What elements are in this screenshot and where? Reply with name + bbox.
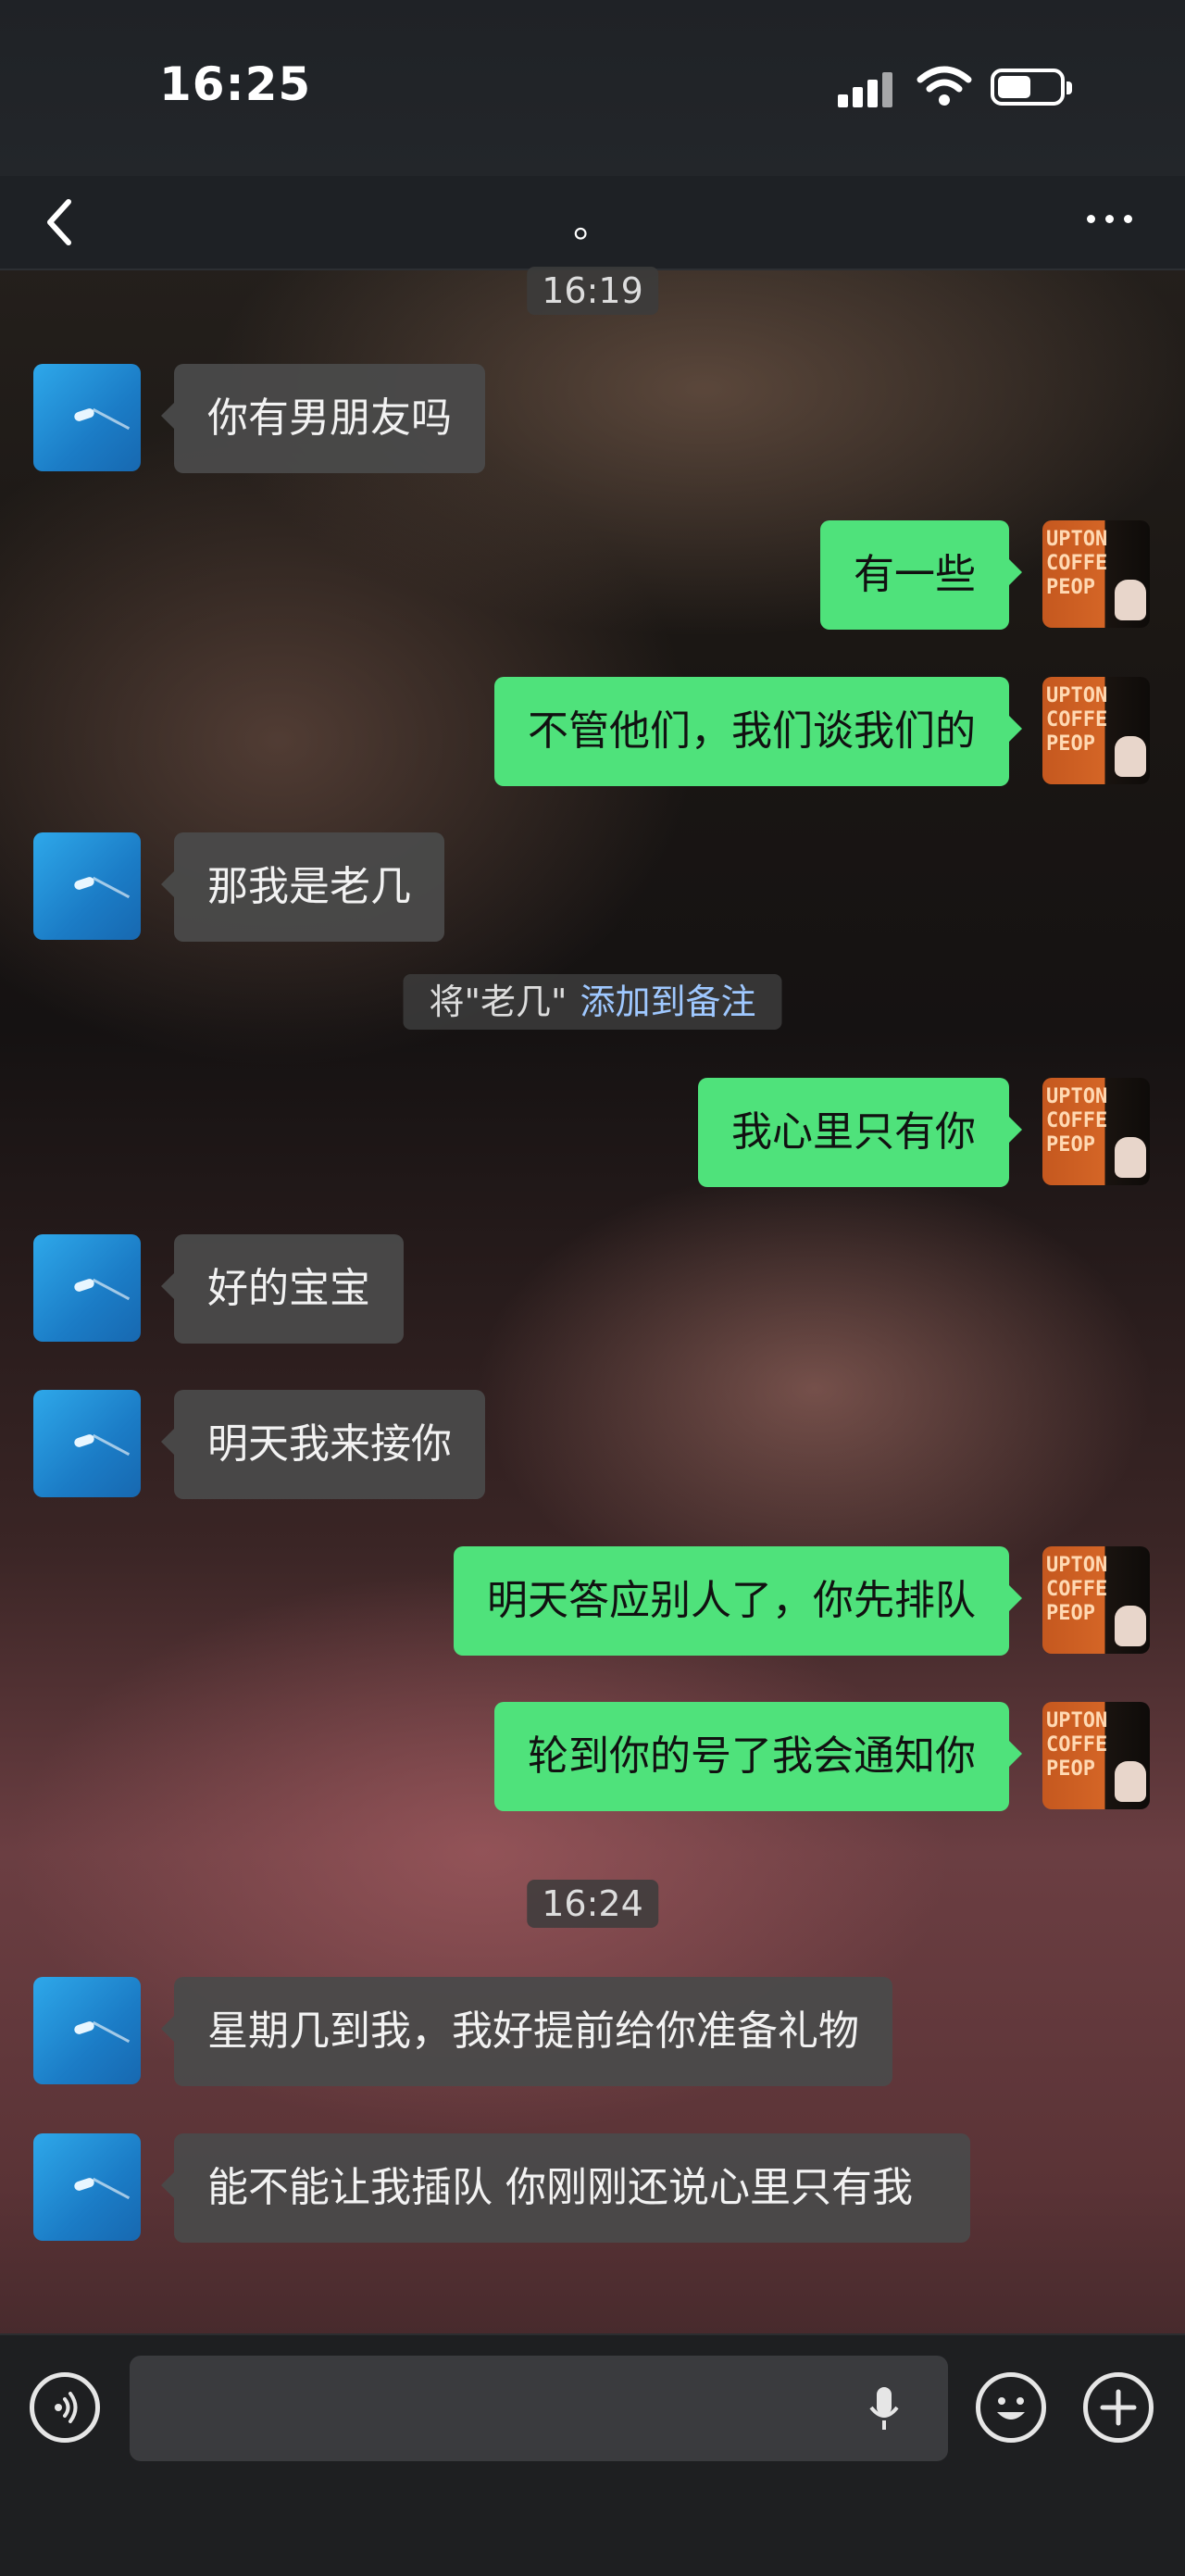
message-bubble[interactable]: 不管他们，我们谈我们的 — [494, 677, 1022, 786]
chat-header: 。 — [0, 176, 1185, 270]
emoji-icon[interactable] — [976, 2372, 1046, 2443]
wifi-icon — [917, 66, 972, 106]
message-bubble[interactable]: 我心里只有你 — [698, 1078, 1022, 1187]
plus-icon[interactable] — [1083, 2372, 1154, 2443]
avatar[interactable] — [33, 1234, 141, 1342]
message-input[interactable] — [130, 2356, 948, 2461]
message-bubble[interactable]: 有一些 — [820, 520, 1022, 630]
message-bubble[interactable]: 能不能让我插队 你刚刚还说心里只有我 — [161, 2133, 970, 2243]
input-bar — [0, 2333, 1185, 2576]
battery-level — [998, 76, 1030, 98]
cellular-signal-icon — [838, 70, 903, 107]
message-bubble[interactable]: 星期几到我，我好提前给你准备礼物 — [161, 1977, 892, 2086]
voice-icon[interactable] — [30, 2372, 100, 2443]
avatar[interactable]: UPTON COFFE PEOP — [1042, 1546, 1150, 1654]
avatar[interactable] — [33, 364, 141, 471]
message-bubble[interactable]: 那我是老几 — [161, 832, 444, 942]
message-bubble[interactable]: 轮到你的号了我会通知你 — [494, 1702, 1022, 1811]
avatar[interactable] — [33, 1390, 141, 1497]
avatar[interactable] — [33, 832, 141, 940]
more-icon[interactable] — [1081, 209, 1137, 228]
avatar[interactable]: UPTON COFFE PEOP — [1042, 1078, 1150, 1185]
system-note: 将"老几" 添加到备注 — [403, 974, 782, 1030]
status-bar: 16:25 — [0, 0, 1185, 176]
timestamp: 16:24 — [527, 1880, 658, 1928]
chat-title: 。 — [572, 201, 612, 246]
battery-icon — [991, 69, 1072, 106]
message-bubble[interactable]: 明天答应别人了，你先排队 — [454, 1546, 1022, 1656]
status-time: 16:25 — [159, 57, 312, 111]
mic-icon[interactable] — [866, 2383, 903, 2435]
avatar[interactable] — [33, 1977, 141, 2084]
add-remark-link[interactable]: 添加到备注 — [580, 982, 755, 1022]
timestamp: 16:19 — [527, 267, 658, 315]
message-bubble[interactable]: 明天我来接你 — [161, 1390, 485, 1499]
message-bubble[interactable]: 你有男朋友吗 — [161, 364, 485, 473]
avatar[interactable]: UPTON COFFE PEOP — [1042, 1702, 1150, 1809]
avatar[interactable]: UPTON COFFE PEOP — [1042, 677, 1150, 784]
message-bubble[interactable]: 好的宝宝 — [161, 1234, 404, 1344]
system-note-text: 将"老几" — [429, 982, 568, 1022]
avatar[interactable]: UPTON COFFE PEOP — [1042, 520, 1150, 628]
avatar[interactable] — [33, 2133, 141, 2241]
